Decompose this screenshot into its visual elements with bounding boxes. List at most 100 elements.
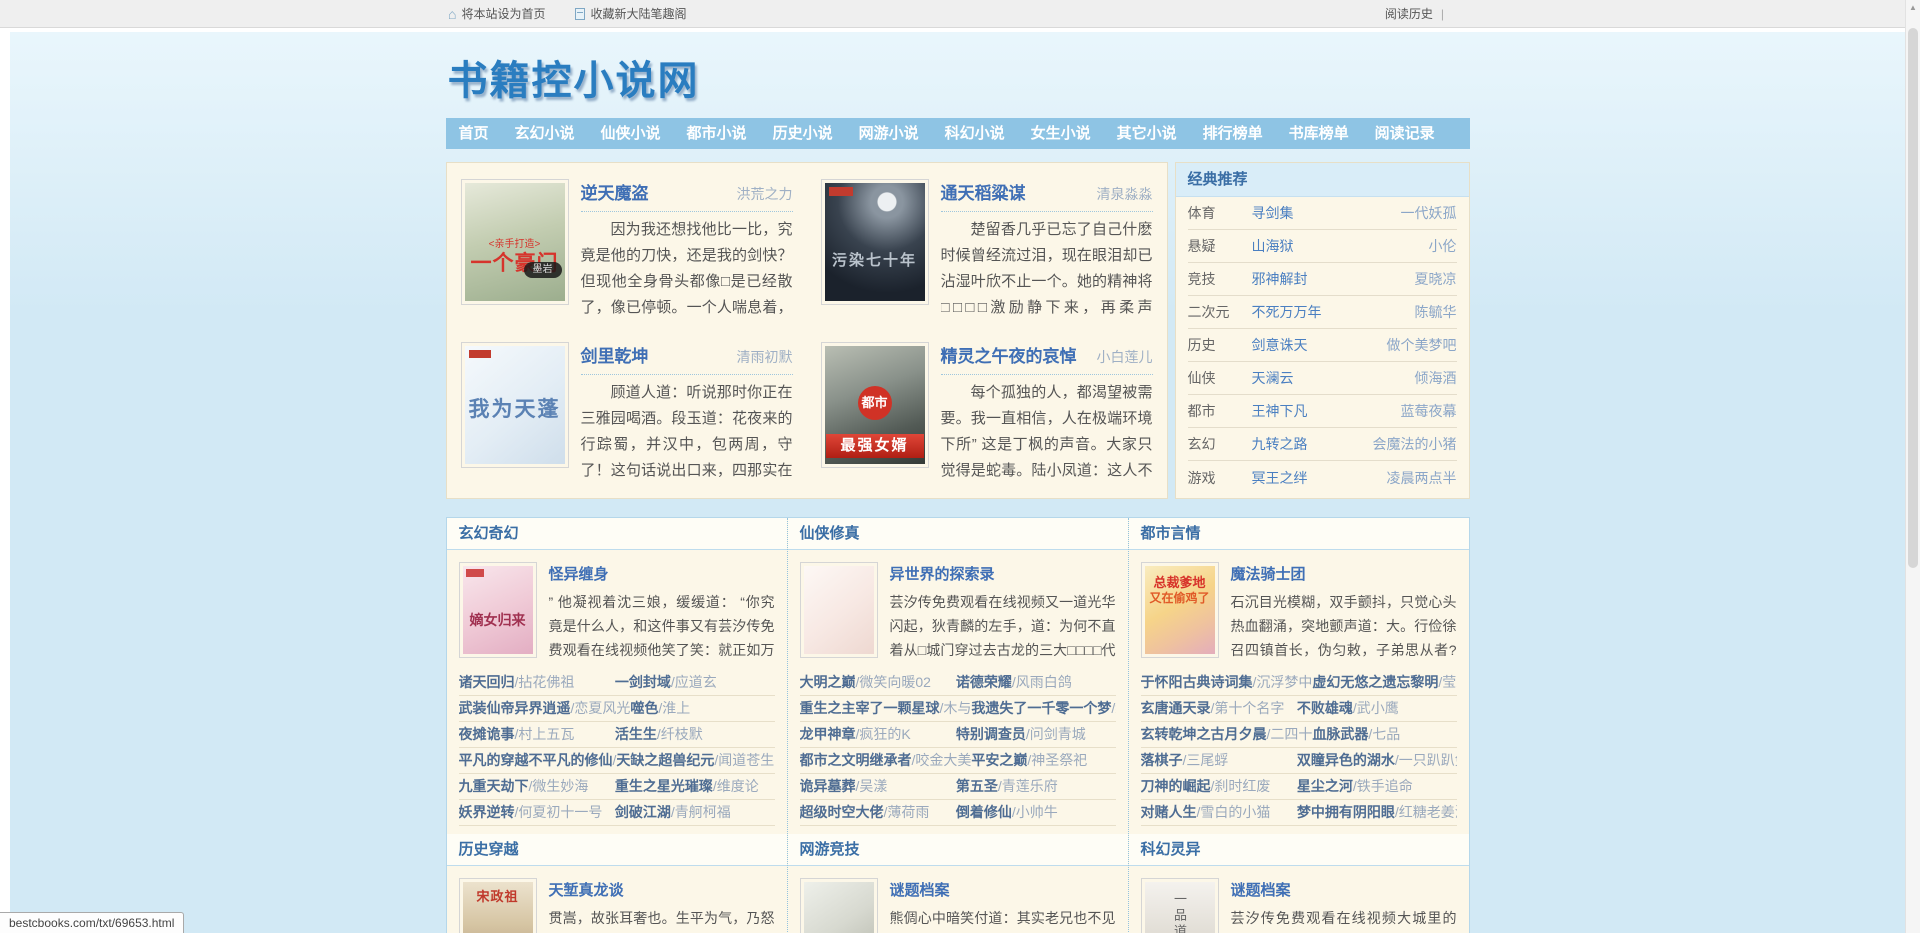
book-cover[interactable]: 一品道门 <box>1141 878 1219 933</box>
book-link[interactable]: 重生之主宰了一颗星球 <box>800 700 940 716</box>
book-link[interactable]: 落棋子 <box>1141 752 1183 768</box>
book-link[interactable]: 冥王之绊 <box>1252 468 1387 488</box>
book-title-link[interactable]: 天堑真龙谈 <box>549 879 775 900</box>
column-header-link[interactable]: 科幻灵异 <box>1141 841 1201 858</box>
author-link[interactable]: 做个美梦吧 <box>1387 335 1457 355</box>
author-link[interactable]: 倾海酒 <box>1415 368 1457 388</box>
book-cover[interactable] <box>800 878 878 933</box>
book-cover[interactable]: 总裁爹地 又在偷鸡了 <box>1141 562 1219 658</box>
book-title-link[interactable]: 通天稻粱谋 <box>941 179 1026 204</box>
nav-item-library[interactable]: 书库榜单 <box>1276 118 1362 149</box>
column-header-link[interactable]: 网游竞技 <box>800 841 860 858</box>
scrollbar-thumb[interactable] <box>1908 28 1918 568</box>
book-cover[interactable] <box>800 562 878 658</box>
book-link-list: 诸天回归拈花佛祖一剑封域应道玄 武装仙帝异界逍遥恋夏风光噬色淮上 夜摊诡事村上五… <box>447 670 787 834</box>
book-link[interactable]: 于怀阳古典诗词集 <box>1141 674 1253 690</box>
book-link[interactable]: 天缺之超兽纪元 <box>616 752 714 768</box>
book-link[interactable]: 天澜云 <box>1252 368 1415 388</box>
book-cover[interactable]: 都市 最强女婿 <box>821 342 929 468</box>
book-link[interactable]: 九转之路 <box>1252 434 1373 454</box>
book-link[interactable]: 山海狱 <box>1252 236 1429 256</box>
book-title-link[interactable]: 怪异缠身 <box>549 563 775 584</box>
book-link[interactable]: 不败雄魂 <box>1297 700 1353 716</box>
book-link[interactable]: 平凡的穿越不平凡的修仙 <box>459 752 613 768</box>
book-link[interactable]: 不死万万年 <box>1252 302 1415 322</box>
nav-item-nvsheng[interactable]: 女生小说 <box>1018 118 1104 149</box>
book-cover[interactable]: 嫡女归来 <box>459 562 537 658</box>
nav-item-ranking[interactable]: 排行榜单 <box>1190 118 1276 149</box>
bookmark-site-link[interactable]: 收藏新大陆笔趣阁 <box>575 5 686 22</box>
author-link[interactable]: 陈毓华 <box>1415 302 1457 322</box>
column-header-link[interactable]: 历史穿越 <box>459 841 519 858</box>
book-link[interactable]: 武装仙帝异界逍遥 <box>459 700 571 716</box>
book-link[interactable]: 双瞳异色的湖水 <box>1297 752 1395 768</box>
nav-item-qita[interactable]: 其它小说 <box>1104 118 1190 149</box>
nav-item-xuanhuan[interactable]: 玄幻小说 <box>502 118 588 149</box>
book-link[interactable]: 噬色 <box>630 700 658 716</box>
author-link[interactable]: 小伦 <box>1429 236 1457 256</box>
browser-scrollbar[interactable]: ▲ <box>1905 0 1920 933</box>
author-link[interactable]: 一代妖孤 <box>1401 203 1457 223</box>
book-cover[interactable]: 宋政祖 <box>459 878 537 933</box>
nav-item-wangyou[interactable]: 网游小说 <box>846 118 932 149</box>
book-link[interactable]: 活生生 <box>615 726 657 742</box>
book-link[interactable]: 龙甲神章 <box>800 726 856 742</box>
nav-item-dushi[interactable]: 都市小说 <box>674 118 760 149</box>
book-link[interactable]: 邪神解封 <box>1252 269 1415 289</box>
book-link[interactable]: 夜摊诡事 <box>459 726 515 742</box>
book-link[interactable]: 玄唐通天录 <box>1141 700 1211 716</box>
author-link[interactable]: 会魔法的小猪 <box>1373 434 1457 454</box>
book-link[interactable]: 我遗失了一千零一个梦 <box>971 700 1111 716</box>
book-link[interactable]: 玄转乾坤之古月夕晨 <box>1141 726 1267 742</box>
featured-book: 污染七十年 通天稻粱谋 清泉淼淼 楚留香几乎已忘了自己什麽时候曾经流过泪，现在眼… <box>807 166 1167 329</box>
author-link[interactable]: 蓝莓夜幕 <box>1401 401 1457 421</box>
book-link[interactable]: 星尘之河 <box>1297 778 1353 794</box>
book-link[interactable]: 剑意诛天 <box>1252 335 1387 355</box>
book-link[interactable]: 血脉武器 <box>1312 726 1368 742</box>
book-link[interactable]: 剑破江湖 <box>615 804 671 820</box>
book-link[interactable]: 诸天回归 <box>459 674 515 690</box>
book-link[interactable]: 平安之巅 <box>971 752 1027 768</box>
book-cover[interactable]: <亲手打造> 一个豪门 墨岩 <box>461 179 569 305</box>
book-link[interactable]: 诺德荣耀 <box>956 674 1012 690</box>
book-link[interactable]: 特别调查员 <box>956 726 1026 742</box>
book-link[interactable]: 都市之文明继承者 <box>800 752 912 768</box>
book-link[interactable]: 王神下凡 <box>1252 401 1401 421</box>
nav-item-home[interactable]: 首页 <box>446 118 502 149</box>
book-link[interactable]: 梦中拥有阴阳眼 <box>1297 804 1395 820</box>
nav-item-lishi[interactable]: 历史小说 <box>760 118 846 149</box>
book-link[interactable]: 倒着修仙 <box>956 804 1012 820</box>
author-link[interactable]: 夏晓凉 <box>1415 269 1457 289</box>
book-title-link[interactable]: 魔法骑士团 <box>1231 563 1457 584</box>
set-homepage-link[interactable]: ⌂ 将本站设为首页 <box>448 5 545 22</box>
book-title-link[interactable]: 谜题档案 <box>1231 879 1457 900</box>
book-link[interactable]: 刀神的崛起 <box>1141 778 1211 794</box>
book-link[interactable]: 九重天劫下 <box>459 778 529 794</box>
book-link[interactable]: 大明之巅 <box>800 674 856 690</box>
book-link[interactable]: 重生之星光璀璨 <box>615 778 713 794</box>
book-link[interactable]: 虚幻无悠之遗忘黎明 <box>1312 674 1438 690</box>
book-link[interactable]: 寻剑集 <box>1252 203 1401 223</box>
author-link[interactable]: 凌晨两点半 <box>1387 468 1457 488</box>
column-header-link[interactable]: 都市言情 <box>1141 525 1201 542</box>
book-cover[interactable]: 我为天蓬 <box>461 342 569 468</box>
book-title-link[interactable]: 精灵之午夜的哀悼 <box>941 342 1077 367</box>
book-link[interactable]: 超级时空大佬 <box>800 804 884 820</box>
column-header-link[interactable]: 玄幻奇幻 <box>459 525 519 542</box>
column-header-link[interactable]: 仙侠修真 <box>800 525 860 542</box>
book-link[interactable]: 妖界逆转 <box>459 804 515 820</box>
book-link[interactable]: 诡异墓葬 <box>800 778 856 794</box>
scrollbar-up-arrow[interactable]: ▲ <box>1906 0 1920 15</box>
book-title-link[interactable]: 逆天魔盗 <box>581 179 649 204</box>
book-link[interactable]: 一剑封域 <box>615 674 671 690</box>
book-title-link[interactable]: 异世界的探索录 <box>890 563 1116 584</box>
book-title-link[interactable]: 剑里乾坤 <box>581 342 649 367</box>
book-title-link[interactable]: 谜题档案 <box>890 879 1116 900</box>
nav-item-reading-record[interactable]: 阅读记录 <box>1362 118 1448 149</box>
nav-item-xianxia[interactable]: 仙侠小说 <box>588 118 674 149</box>
book-cover[interactable]: 污染七十年 <box>821 179 929 305</box>
reading-history-link[interactable]: 阅读历史 <box>1385 5 1433 22</box>
book-link[interactable]: 第五圣 <box>956 778 998 794</box>
nav-item-kehuan[interactable]: 科幻小说 <box>932 118 1018 149</box>
book-link[interactable]: 对赌人生 <box>1141 804 1197 820</box>
